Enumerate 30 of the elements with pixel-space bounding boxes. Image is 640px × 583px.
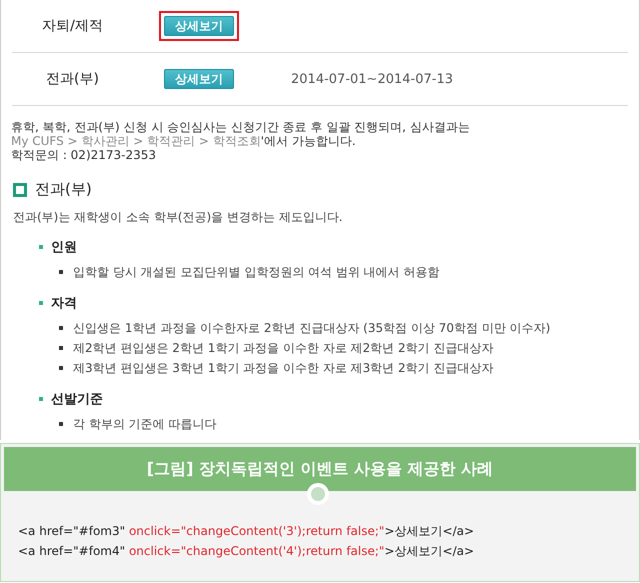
notice-text: My CUFS > 학사관리 > 학적관리 > 학적조회'에서 가능합니다. (11, 134, 357, 148)
bullet-icon (59, 366, 63, 370)
period-text: 2014-07-01~2014-07-13 (291, 72, 453, 86)
section-intro: 전과(부)는 재학생이 소속 학부(전공)을 변경하는 제도입니다. (13, 209, 344, 226)
notice-text: 학적문의 : 02)2173-2353 (11, 148, 158, 162)
detail-button[interactable]: 상세보기 (164, 69, 234, 89)
notice-text: 휴학, 복학, 전과(부) 신청 시 승인심사는 신청기간 종료 후 일괄 진행되며, 심사결과는 (11, 120, 471, 134)
list-item: 입학할 당시 개설된 모집단위별 입학정원의 여석 범위 내에서 허용함 (73, 264, 440, 280)
bullet-icon (59, 346, 63, 350)
list-item: 각 학부의 기준에 따릅니다 (73, 416, 216, 432)
section-title: 전과(부) (35, 180, 92, 199)
list-item: 제3학년 편입생은 3학년 1학기 과정을 이수한 자로 제3학년 2학기 진급대상자 (73, 360, 494, 376)
code-line: <a href="#fom4" onclick="changeContent('4');return false;">상세보기</a> (18, 543, 476, 560)
list-item: 제2학년 편입생은 2학년 1학기 과정을 이수한 자로 제2학년 2학기 진급대상자 (73, 340, 494, 356)
bullet-icon (59, 326, 63, 330)
detail-button[interactable]: 상세보기 (164, 16, 234, 36)
group-title: 선발기준 (51, 391, 103, 408)
row-label: 자퇴/제적 (41, 17, 104, 35)
group-title: 자격 (51, 295, 77, 312)
figure-caption: [그림] 장치독립적인 이벤트 사용을 제공한 사례 (146, 458, 494, 480)
code-line: <a href="#fom3" onclick="changeContent('3');return false;">상세보기</a> (18, 523, 476, 540)
list-item: 신입생은 1학년 과정을 이수한자로 2학년 진급대상자 (35학점 이상 70학점 미만 이수자) (73, 320, 550, 336)
square-bullet-icon (13, 182, 27, 196)
bullet-icon (39, 397, 43, 401)
bullet-icon (59, 270, 63, 274)
bullet-icon (39, 245, 43, 249)
bullet-icon (39, 301, 43, 305)
group-title: 인원 (51, 239, 77, 256)
row-label: 전과(부) (45, 70, 100, 88)
bullet-icon (59, 422, 63, 426)
